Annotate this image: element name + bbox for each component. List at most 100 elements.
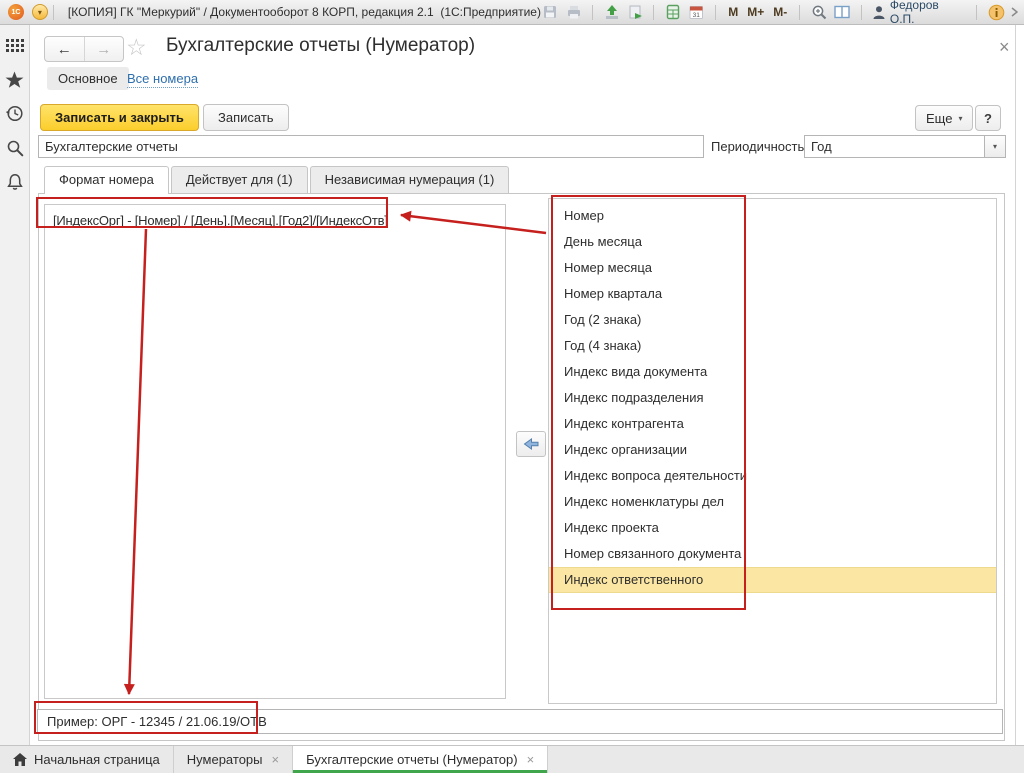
memory-m-minus-button[interactable]: М- <box>771 5 789 19</box>
help-button[interactable]: ? <box>975 105 1001 131</box>
format-tab[interactable]: Независимая нумерация (1) <box>310 166 510 193</box>
taskbar-tab-label: Нумераторы <box>187 752 263 767</box>
combo-dropdown-button[interactable]: ▾ <box>984 136 1005 157</box>
divider <box>592 5 593 20</box>
divider <box>861 5 862 20</box>
current-user[interactable]: Федоров О.П. <box>872 0 966 26</box>
list-item[interactable]: Индекс ответственного <box>549 567 996 593</box>
notifications-bell-icon[interactable] <box>5 172 24 191</box>
divider <box>976 5 977 20</box>
forward-button[interactable]: → <box>85 37 124 61</box>
taskbar-tab[interactable]: Начальная страница <box>0 746 174 773</box>
chevron-down-icon: ▾ <box>993 142 997 151</box>
taskbar-tab[interactable]: Бухгалтерские отчеты (Нумератор) × <box>293 746 548 773</box>
print-preview-icon[interactable] <box>626 3 644 21</box>
divider <box>715 5 716 20</box>
back-button[interactable]: ← <box>45 37 85 61</box>
add-favorite-star-icon[interactable]: ☆ <box>126 34 147 61</box>
more-label: Еще <box>926 111 952 126</box>
tab-label: Независимая нумерация (1) <box>325 172 495 187</box>
list-item[interactable]: Номер квартала <box>549 281 996 307</box>
elements-list: Номер День месяца Номер месяца Номер кварта… <box>548 198 997 704</box>
format-tab[interactable]: Формат номера <box>44 166 169 194</box>
titlebar-tools: 31 М М+ М- Федоров О.П. <box>541 0 1020 26</box>
number-format-editor[interactable]: [ИндексОрг] - [Номер] / [День].[Месяц].[… <box>44 204 506 699</box>
list-item[interactable]: Индекс проекта <box>549 515 996 541</box>
tab-close-icon[interactable]: × <box>527 752 535 767</box>
memory-m-plus-button[interactable]: М+ <box>745 5 766 19</box>
app-title: [КОПИЯ] ГК "Меркурий" / Документооборот … <box>68 5 541 19</box>
divider <box>53 5 54 20</box>
calendar-icon[interactable]: 31 <box>687 3 705 21</box>
list-item-label: Индекс контрагента <box>564 416 684 431</box>
tab-label: Действует для (1) <box>186 172 293 187</box>
list-item[interactable]: День месяца <box>549 229 996 255</box>
window-edge <box>1015 25 1016 745</box>
list-item[interactable]: Номер <box>549 203 996 229</box>
list-item-label: Номер <box>564 208 604 223</box>
info-icon[interactable] <box>987 3 1005 21</box>
taskbar-tab-label: Бухгалтерские отчеты (Нумератор) <box>306 752 517 767</box>
export-icon[interactable] <box>603 3 621 21</box>
close-icon[interactable]: × <box>999 37 1010 58</box>
taskbar-tab[interactable]: Нумераторы × <box>174 746 293 773</box>
list-item[interactable]: Год (4 знака) <box>549 333 996 359</box>
list-item-label: Номер месяца <box>564 260 652 275</box>
move-left-button[interactable] <box>516 431 546 457</box>
taskbar-tabs: Начальная страница Нумераторы × Бухгалте… <box>0 745 1024 773</box>
all-numbers-link[interactable]: Все номера <box>127 70 198 88</box>
save-icon[interactable] <box>541 3 559 21</box>
more-button[interactable]: Еще ▾ <box>915 105 973 131</box>
nav-main-chip[interactable]: Основное <box>47 67 129 90</box>
list-item[interactable]: Год (2 знака) <box>549 307 996 333</box>
zoom-icon[interactable] <box>810 3 828 21</box>
list-item[interactable]: Индекс вопроса деятельности <box>549 463 996 489</box>
tab-label: Формат номера <box>59 172 154 187</box>
page-title: Бухгалтерские отчеты (Нумератор) <box>166 35 475 57</box>
title-bar: 1С ▾ [КОПИЯ] ГК "Меркурий" / Документооб… <box>0 0 1024 25</box>
main-menu-button[interactable]: ▾ <box>32 4 48 20</box>
list-item-label: Индекс вопроса деятельности <box>564 468 747 483</box>
list-item-label: Индекс вида документа <box>564 364 707 379</box>
list-item-label: Год (4 знака) <box>564 338 641 353</box>
calculator-icon[interactable] <box>664 3 682 21</box>
save-button[interactable]: Записать <box>203 104 289 131</box>
list-item[interactable]: Индекс номенклатуры дел <box>549 489 996 515</box>
svg-text:31: 31 <box>693 12 701 19</box>
print-icon[interactable] <box>564 3 582 21</box>
periodicity-label: Периодичность: <box>711 139 808 154</box>
numerator-name-input[interactable] <box>38 135 704 158</box>
list-item[interactable]: Индекс вида документа <box>549 359 996 385</box>
list-item-label: Год (2 знака) <box>564 312 641 327</box>
list-item[interactable]: Индекс подразделения <box>549 385 996 411</box>
1c-logo-icon: 1С <box>8 4 24 20</box>
user-icon <box>872 5 886 20</box>
list-item[interactable]: Номер месяца <box>549 255 996 281</box>
format-tab[interactable]: Действует для (1) <box>171 166 308 193</box>
periodicity-combo[interactable]: Год ▾ <box>804 135 1006 158</box>
list-item-label: Индекс номенклатуры дел <box>564 494 724 509</box>
list-item[interactable]: Индекс контрагента <box>549 411 996 437</box>
application-window: 1С ▾ [КОПИЯ] ГК "Меркурий" / Документооб… <box>0 0 1024 773</box>
chevron-right-icon[interactable] <box>1010 3 1018 21</box>
list-item-label: Индекс подразделения <box>564 390 704 405</box>
arrow-left-icon <box>522 436 540 452</box>
list-item-label: Индекс ответственного <box>564 572 703 587</box>
list-item-label: Номер связанного документа <box>564 546 741 561</box>
history-icon[interactable] <box>5 104 24 123</box>
example-field: Пример: ОРГ - 12345 / 21.06.19/ОТВ <box>37 709 1003 734</box>
save-and-close-button[interactable]: Записать и закрыть <box>40 104 199 131</box>
history-nav-buttons: ← → <box>44 36 124 62</box>
list-item[interactable]: Номер связанного документа <box>549 541 996 567</box>
menu-grid-icon[interactable] <box>5 36 24 55</box>
search-icon[interactable] <box>5 138 24 157</box>
list-item-label: День месяца <box>564 234 642 249</box>
tab-close-icon[interactable]: × <box>272 752 280 767</box>
favorites-star-icon[interactable] <box>5 70 24 89</box>
user-name: Федоров О.П. <box>890 0 966 26</box>
split-window-icon[interactable] <box>833 3 851 21</box>
tool-panel <box>0 25 30 745</box>
list-item[interactable]: Индекс организации <box>549 437 996 463</box>
list-item-label: Индекс организации <box>564 442 687 457</box>
memory-m-button[interactable]: М <box>726 5 740 19</box>
